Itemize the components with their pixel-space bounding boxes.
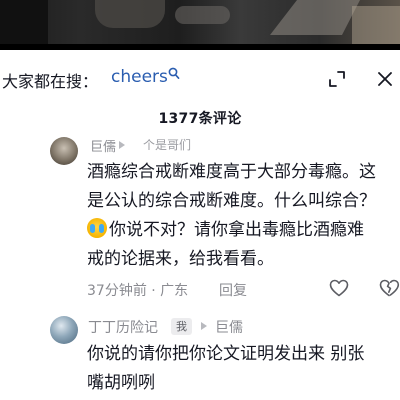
comment-line-with-emoji: 你说不对？请你拿出毒瘾比酒瘾难: [87, 216, 399, 245]
reply-target-name[interactable]: 巨儒: [215, 317, 243, 337]
expand-icon[interactable]: [328, 70, 346, 88]
reply-target-name[interactable]: 个是哥们: [143, 136, 191, 153]
comment-author[interactable]: 巨儒: [90, 136, 116, 155]
comment-count-title: 1377条评论: [158, 111, 242, 127]
search-suggestion-link[interactable]: cheers: [111, 67, 168, 87]
author-self-badge: 我: [171, 318, 192, 335]
comment-time-location: 37分钟前 · 广东: [87, 283, 189, 299]
video-frame-object: [175, 6, 230, 24]
video-preview[interactable]: [0, 0, 400, 50]
video-frame-object: [270, 0, 360, 35]
close-icon[interactable]: [376, 70, 394, 88]
video-frame-shadow: [0, 0, 48, 50]
avatar[interactable]: [50, 316, 78, 344]
play-triangle-icon: [119, 141, 125, 149]
search-icon[interactable]: [168, 67, 180, 81]
avatar[interactable]: [50, 137, 78, 165]
comment-meta: 37分钟前 · 广东 回复: [87, 279, 400, 299]
search-suggestion-prefix: 大家都在搜：: [2, 72, 99, 91]
comment-line: 戒的论据来，给我看看。: [87, 249, 274, 269]
comment-line: 是公认的综合戒断难度。什么叫综合？: [87, 191, 376, 211]
comment-author[interactable]: 丁丁历险记: [88, 317, 158, 337]
reply-button[interactable]: 回复: [219, 280, 247, 300]
video-frame-object: [95, 0, 165, 28]
heart-icon[interactable]: [329, 279, 349, 297]
comment-line: 嘴胡咧咧: [87, 373, 155, 393]
comment-line: 你说不对？请你拿出毒瘾比酒瘾难: [109, 220, 364, 240]
comment-line: 酒瘾综合戒断难度高于大部分毒瘾。这: [87, 162, 376, 182]
broken-heart-icon[interactable]: [379, 279, 400, 297]
comment-line: 你说的请你把你论文证明发出来 别张: [87, 344, 365, 364]
comment-body[interactable]: 你说的请你把你论文证明发出来 别张 嘴胡咧咧: [87, 340, 399, 398]
crying-face-emoji-icon: [87, 218, 107, 238]
comment-body[interactable]: 酒瘾综合戒断难度高于大部分毒瘾。这 是公认的综合戒断难度。什么叫综合？ 你说不对…: [87, 158, 399, 274]
play-triangle-icon: [201, 322, 207, 330]
